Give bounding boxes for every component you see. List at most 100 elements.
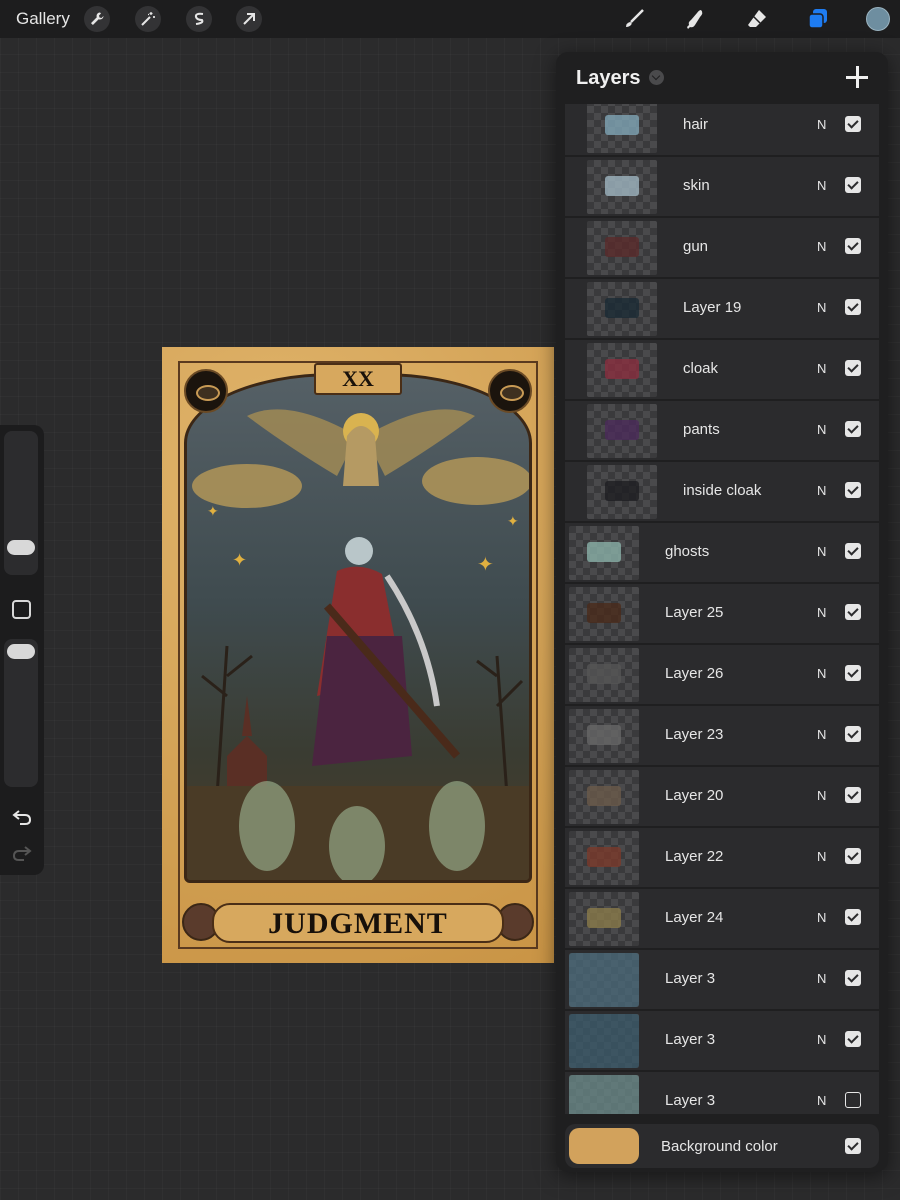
layer-name: skin [683, 177, 710, 194]
layer-thumbnail[interactable] [587, 104, 657, 153]
blend-mode-button[interactable]: N [817, 1093, 826, 1108]
layers-icon[interactable] [804, 5, 832, 33]
eraser-icon[interactable] [743, 5, 771, 33]
layer-visibility-checkbox[interactable] [845, 360, 861, 376]
blend-mode-button[interactable]: N [817, 178, 826, 193]
blend-mode-button[interactable]: N [817, 788, 826, 803]
active-color-swatch[interactable] [866, 7, 890, 31]
layer-thumbnail[interactable] [569, 953, 639, 1007]
layer-visibility-checkbox[interactable] [845, 848, 861, 864]
blend-mode-button[interactable]: N [817, 483, 826, 498]
layer-thumbnail[interactable] [569, 648, 639, 702]
layer-list[interactable]: hair N skin Ngun N Layer 19 Ncloak Npants Ninsid… [565, 104, 879, 1114]
blend-mode-button[interactable]: N [817, 849, 826, 864]
layer-visibility-checkbox[interactable] [845, 421, 861, 437]
layer-row[interactable]: Layer 3 N [565, 1072, 879, 1114]
undo-icon[interactable] [10, 807, 34, 827]
layer-row[interactable]: hair N [565, 104, 879, 156]
layer-row[interactable]: skin N [565, 157, 879, 217]
layer-thumbnail[interactable] [587, 282, 657, 336]
add-layer-button[interactable] [844, 64, 870, 90]
blend-mode-button[interactable]: N [817, 361, 826, 376]
wrench-icon[interactable] [84, 6, 110, 32]
blend-mode-button[interactable]: N [817, 422, 826, 437]
layer-row[interactable]: Layer 26 N [565, 645, 879, 705]
layer-visibility-checkbox[interactable] [845, 726, 861, 742]
opacity-slider[interactable] [4, 639, 38, 787]
layer-row[interactable]: gun N [565, 218, 879, 278]
layer-thumbnail[interactable] [587, 221, 657, 275]
blend-mode-button[interactable]: N [817, 910, 826, 925]
opacity-thumb[interactable] [7, 644, 35, 659]
layer-row[interactable]: inside cloak N [565, 462, 879, 522]
layer-thumbnail[interactable] [587, 465, 657, 519]
layer-visibility-checkbox[interactable] [845, 177, 861, 193]
magic-wand-icon[interactable] [135, 6, 161, 32]
layer-visibility-checkbox[interactable] [845, 482, 861, 498]
svg-text:✦: ✦ [477, 554, 494, 576]
layer-row[interactable]: Layer 23 N [565, 706, 879, 766]
layer-row[interactable]: Layer 3 N [565, 950, 879, 1010]
selection-icon[interactable] [186, 6, 212, 32]
blend-mode-button[interactable]: N [817, 239, 826, 254]
layer-thumbnail[interactable] [569, 526, 639, 580]
layer-thumbnail[interactable] [569, 709, 639, 763]
layer-row[interactable]: Layer 25 N [565, 584, 879, 644]
layer-visibility-checkbox[interactable] [845, 238, 861, 254]
chevron-down-icon[interactable] [649, 70, 664, 85]
layer-row[interactable]: Layer 24 N [565, 889, 879, 949]
blend-mode-button[interactable]: N [817, 117, 826, 132]
layer-row[interactable]: Layer 20 N [565, 767, 879, 827]
modify-button[interactable] [12, 600, 31, 619]
layer-thumbnail[interactable] [569, 587, 639, 641]
layer-visibility-checkbox[interactable] [845, 1031, 861, 1047]
blend-mode-button[interactable]: N [817, 727, 826, 742]
layer-row[interactable]: ghosts N [565, 523, 879, 583]
background-color-swatch[interactable] [569, 1128, 639, 1164]
layer-row[interactable]: Layer 19 N [565, 279, 879, 339]
layer-thumbnail[interactable] [569, 770, 639, 824]
layer-visibility-checkbox[interactable] [845, 116, 861, 132]
redo-icon[interactable] [10, 843, 34, 863]
layer-visibility-checkbox[interactable] [845, 543, 861, 559]
blend-mode-button[interactable]: N [817, 300, 826, 315]
layer-visibility-checkbox[interactable] [845, 970, 861, 986]
transform-arrow-icon[interactable] [236, 6, 262, 32]
layer-thumbnail[interactable] [587, 343, 657, 397]
layer-thumbnail[interactable] [587, 160, 657, 214]
gallery-button[interactable]: Gallery [16, 9, 70, 29]
layer-thumbnail[interactable] [569, 1075, 639, 1114]
layer-visibility-checkbox[interactable] [845, 604, 861, 620]
svg-text:✦: ✦ [507, 513, 519, 529]
layer-visibility-checkbox[interactable] [845, 665, 861, 681]
layer-visibility-checkbox[interactable] [845, 299, 861, 315]
layer-visibility-checkbox[interactable] [845, 909, 861, 925]
thumbnail-content [587, 725, 621, 745]
blend-mode-button[interactable]: N [817, 971, 826, 986]
thumbnail-content [605, 481, 639, 501]
layer-name: Layer 23 [665, 726, 724, 743]
canvas-artwork[interactable]: ✦ ✦ ✦ ✦ XX JUDGMENT [162, 347, 554, 963]
blend-mode-button[interactable]: N [817, 544, 826, 559]
layer-visibility-checkbox[interactable] [845, 1092, 861, 1108]
layer-thumbnail[interactable] [569, 1014, 639, 1068]
blend-mode-button[interactable]: N [817, 1032, 826, 1047]
background-color-row[interactable]: Background color [565, 1124, 879, 1168]
layer-row[interactable]: cloak N [565, 340, 879, 400]
layer-row[interactable]: pants N [565, 401, 879, 461]
layer-thumbnail[interactable] [569, 831, 639, 885]
layer-visibility-checkbox[interactable] [845, 787, 861, 803]
smudge-icon[interactable] [681, 5, 709, 33]
layer-thumbnail[interactable] [569, 892, 639, 946]
layer-row[interactable]: Layer 22 N [565, 828, 879, 888]
brush-size-thumb[interactable] [7, 540, 35, 555]
layers-header: Layers [556, 52, 888, 104]
layer-row[interactable]: Layer 3 N [565, 1011, 879, 1071]
layer-thumbnail[interactable] [587, 404, 657, 458]
blend-mode-button[interactable]: N [817, 605, 826, 620]
brush-size-slider[interactable] [4, 431, 38, 575]
blend-mode-button[interactable]: N [817, 666, 826, 681]
left-sidebar [0, 425, 44, 875]
brush-icon[interactable] [620, 5, 648, 33]
background-visibility-checkbox[interactable] [845, 1138, 861, 1154]
